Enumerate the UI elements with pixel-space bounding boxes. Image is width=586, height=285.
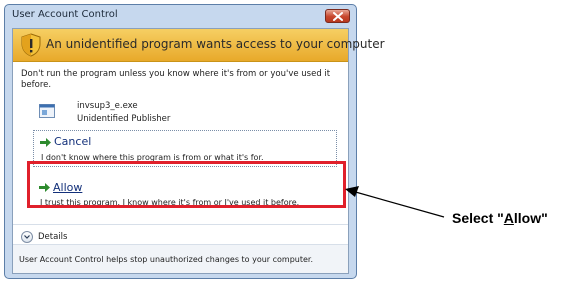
callout-accelerator: A	[503, 210, 514, 226]
callout-label: Select "Allow"	[452, 210, 548, 226]
callout-prefix: Select "	[452, 210, 504, 226]
instruction-figure: User Account Control An unidentified pro…	[0, 0, 586, 285]
callout-rest: llow"	[513, 210, 548, 226]
callout-arrow	[345, 186, 445, 218]
